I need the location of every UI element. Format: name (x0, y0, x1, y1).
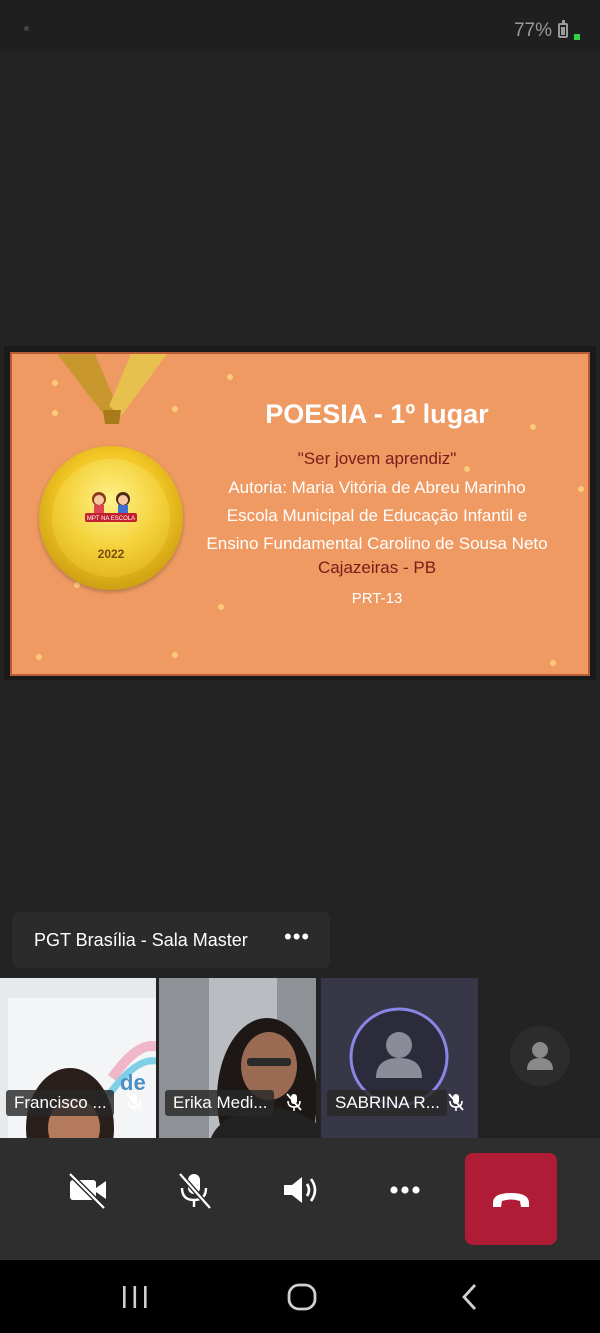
status-bar: 77% (0, 0, 600, 52)
participant-tile[interactable] (482, 978, 600, 1138)
slide-school-line2: Ensino Fundamental Carolino de Sousa Net… (206, 534, 548, 553)
slide-school-line1: Escola Municipal de Educação Infantil e (226, 506, 528, 525)
participant-name: Erika Medi... (165, 1090, 275, 1116)
participant-tile[interactable]: Erika Medi... (159, 978, 316, 1138)
system-navigation-bar (0, 1260, 600, 1333)
participant-tile[interactable]: de Francisco ... (0, 978, 156, 1138)
microphone-off-icon[interactable] (170, 1166, 218, 1214)
slide-author: Autoria: Maria Vitória de Abreu Marinho (228, 478, 526, 497)
mic-muted-icon (286, 1093, 302, 1111)
participant-avatar (510, 1026, 570, 1086)
back-icon[interactable] (458, 1282, 482, 1312)
participant-name: SABRINA R... (327, 1090, 447, 1116)
slide-city: Cajazeiras - PB (317, 558, 437, 577)
mic-muted-icon (126, 1093, 142, 1111)
hang-up-icon (493, 1193, 529, 1207)
recent-apps-icon[interactable] (120, 1284, 150, 1310)
shared-slide: MPT NA ESCOLA 2022 POESIA - 1º lugar "Se… (4, 346, 596, 680)
notification-dot (24, 26, 29, 31)
participant-name: Francisco ... (6, 1090, 114, 1116)
svg-text:MPT NA ESCOLA: MPT NA ESCOLA (87, 516, 135, 522)
charging-indicator-icon (574, 34, 580, 40)
meeting-room-card: PGT Brasília - Sala Master ••• (12, 912, 330, 968)
battery-percentage: 77% (513, 20, 552, 41)
participant-strip: de Francisco ... Erika Medi... SABRINA R… (0, 978, 600, 1138)
gold-medal-icon: MPT NA ESCOLA 2022 (39, 446, 183, 590)
slide-prt: PRT-13 (351, 590, 403, 607)
more-options-icon[interactable]: ••• (284, 924, 310, 950)
battery-icon (558, 20, 568, 38)
slide-quote: "Ser jovem aprendiz" (297, 449, 457, 468)
home-icon[interactable] (286, 1282, 318, 1312)
mpt-na-escola-logo: MPT NA ESCOLA (85, 492, 137, 522)
more-options-icon[interactable] (381, 1166, 429, 1214)
shared-screen-stage: MPT NA ESCOLA 2022 POESIA - 1º lugar "Se… (0, 52, 600, 912)
mic-muted-icon (448, 1093, 464, 1111)
medal-ribbon (57, 354, 167, 424)
slide-background: MPT NA ESCOLA 2022 POESIA - 1º lugar "Se… (10, 352, 590, 676)
slide-title: POESIA - 1º lugar (265, 399, 489, 429)
participant-tile[interactable]: SABRINA R... (321, 978, 478, 1138)
call-controls (0, 1138, 600, 1260)
meeting-room-name: PGT Brasília - Sala Master (34, 930, 248, 950)
medal-year: 2022 (97, 547, 125, 561)
end-call-button[interactable] (465, 1153, 557, 1245)
camera-off-icon[interactable] (64, 1166, 112, 1214)
speaker-icon[interactable] (276, 1166, 324, 1214)
